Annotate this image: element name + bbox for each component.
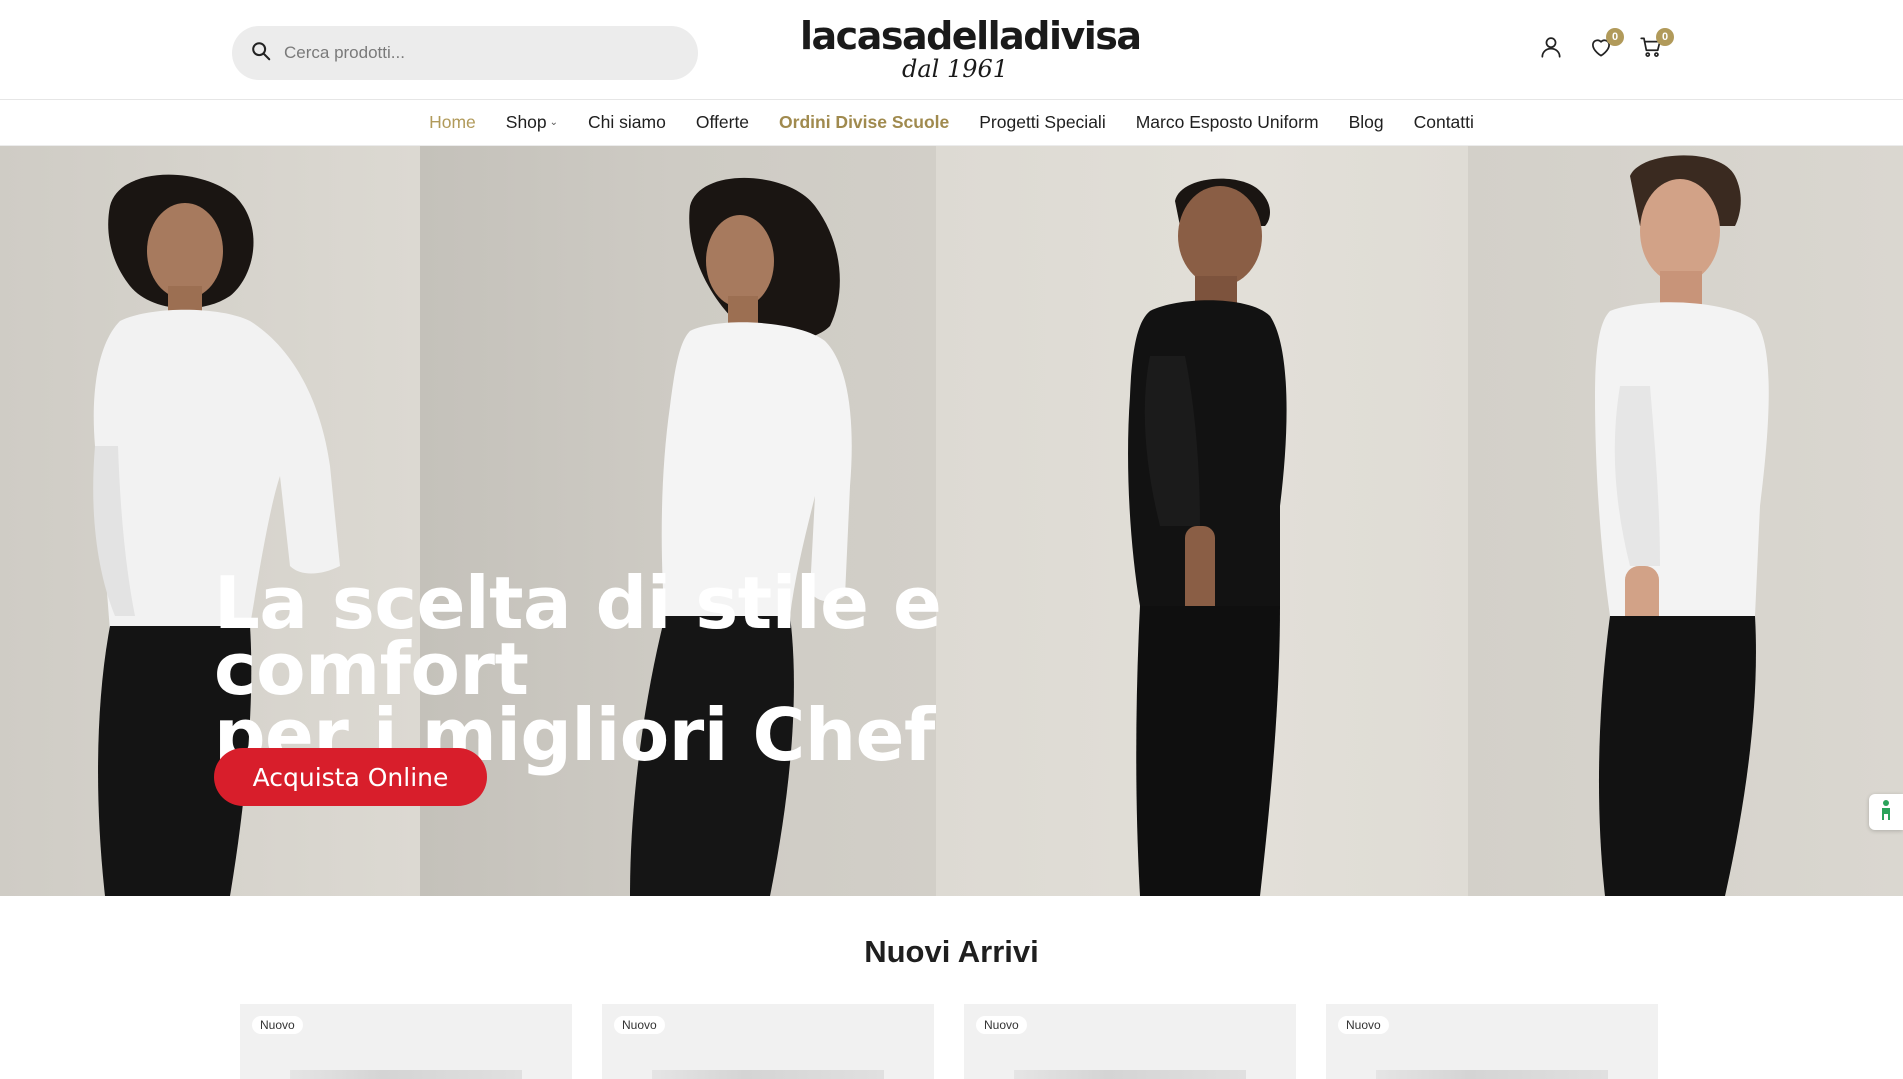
logo-tagline: dal 1961 [901,55,1009,83]
new-badge: Nuovo [252,1016,303,1034]
accessibility-widget-button[interactable] [1869,794,1903,830]
hero-headline-line-1: La scelta di stile e comfort [214,561,942,711]
nav-progetti-speciali[interactable]: Progetti Speciali [979,112,1105,133]
nav-shop-label: Shop [505,112,547,132]
site-logo[interactable]: lacasadelladivisa dal 1961 [800,14,1142,84]
hero-headline: La scelta di stile e comfort per i migli… [214,567,1114,771]
nav-home[interactable]: Home [429,112,476,133]
cart-icon [1638,37,1664,64]
cart-button[interactable]: 0 [1638,28,1674,64]
wishlist-count-badge: 0 [1606,28,1624,46]
nav-contatti[interactable]: Contatti [1414,112,1474,133]
hero-banner: La scelta di stile e comfort per i migli… [0,146,1903,896]
accessibility-icon [1879,799,1893,826]
nav-chi-siamo[interactable]: Chi siamo [588,112,666,133]
new-badge: Nuovo [976,1016,1027,1034]
chevron-down-icon: ⌄ [549,117,559,128]
product-card[interactable]: Nuovo [964,1004,1296,1079]
nav-shop[interactable]: Shop ⌄ [506,112,558,133]
nav-ordini-divise-scuole[interactable]: Ordini Divise Scuole [779,112,949,133]
main-navigation: Home Shop ⌄ Chi siamo Offerte Ordini Divi… [0,100,1903,146]
search-icon[interactable] [250,40,272,67]
account-button[interactable] [1538,34,1568,64]
new-badge: Nuovo [1338,1016,1389,1034]
nav-marco-esposto-uniform[interactable]: Marco Esposto Uniform [1136,112,1319,133]
product-card[interactable]: Nuovo [1326,1004,1658,1079]
logo-wordmark: lacasadelladivisa [800,14,1142,58]
product-card[interactable]: Nuovo [240,1004,572,1079]
model-3-figure [1128,178,1287,896]
model-4-figure [1595,155,1769,896]
product-image [652,1070,884,1079]
nav-blog[interactable]: Blog [1349,112,1384,133]
acquista-online-button[interactable]: Acquista Online [214,748,487,806]
search-input[interactable] [284,43,664,63]
product-card[interactable]: Nuovo [602,1004,934,1079]
nav-offerte[interactable]: Offerte [696,112,749,133]
user-icon [1538,37,1564,64]
product-image [290,1070,522,1079]
new-badge: Nuovo [614,1016,665,1034]
wishlist-button[interactable]: 0 [1588,28,1624,64]
new-arrivals-heading: Nuovi Arrivi [864,934,1039,969]
product-image [1376,1070,1608,1079]
heart-icon [1588,39,1614,64]
site-header: lacasadelladivisa dal 1961 0 0 [0,0,1903,100]
cart-count-badge: 0 [1656,28,1674,46]
product-image [1014,1070,1246,1079]
model-2-figure [630,177,852,896]
search-bar[interactable] [232,26,698,80]
